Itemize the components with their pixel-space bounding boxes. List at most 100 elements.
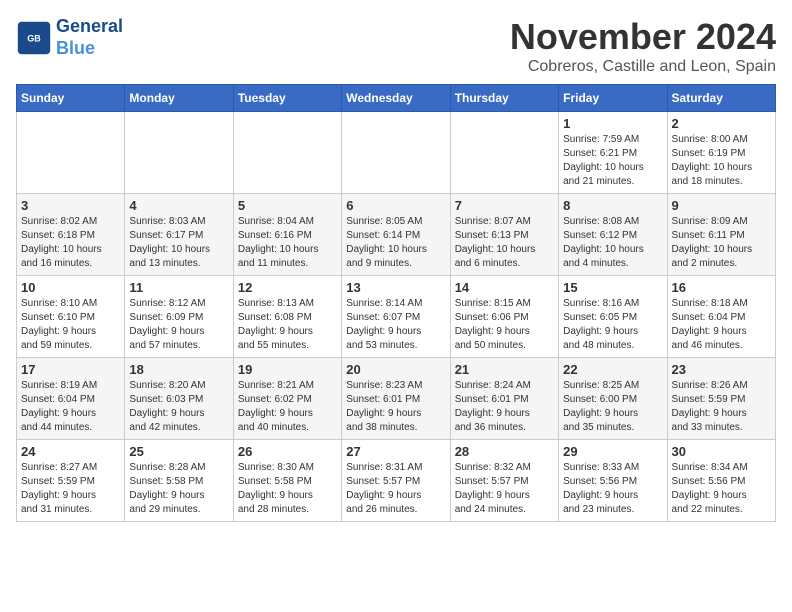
month-title: November 2024 [510, 16, 776, 58]
day-info: Sunrise: 8:08 AM Sunset: 6:12 PM Dayligh… [563, 215, 662, 271]
calendar-table: SundayMondayTuesdayWednesdayThursdayFrid… [16, 84, 776, 522]
logo: GB General Blue [16, 16, 123, 59]
svg-text:GB: GB [27, 33, 41, 43]
day-cell: 18 Sunrise: 8:20 AM Sunset: 6:03 PM Dayli… [125, 358, 233, 440]
day-number: 6 [346, 198, 445, 213]
day-cell: 9 Sunrise: 8:09 AM Sunset: 6:11 PM Daylig… [667, 194, 775, 276]
day-number: 28 [455, 444, 554, 459]
day-number: 23 [672, 362, 771, 377]
day-number: 3 [21, 198, 120, 213]
day-cell: 8 Sunrise: 8:08 AM Sunset: 6:12 PM Daylig… [559, 194, 667, 276]
day-number: 12 [238, 280, 337, 295]
day-info: Sunrise: 8:14 AM Sunset: 6:07 PM Dayligh… [346, 297, 445, 353]
day-cell [125, 112, 233, 194]
day-info: Sunrise: 8:23 AM Sunset: 6:01 PM Dayligh… [346, 379, 445, 435]
day-cell: 5Sunrise: 8:04 AM Sunset: 6:16 PM Daylig… [233, 194, 341, 276]
day-number: 18 [129, 362, 228, 377]
day-info: Sunrise: 8:00 AM Sunset: 6:19 PM Dayligh… [672, 133, 771, 189]
day-cell: 21 Sunrise: 8:24 AM Sunset: 6:01 PM Dayli… [450, 358, 558, 440]
day-cell: 16Sunrise: 8:18 AM Sunset: 6:04 PM Dayli… [667, 276, 775, 358]
day-number: 27 [346, 444, 445, 459]
day-cell: 23 Sunrise: 8:26 AM Sunset: 5:59 PM Dayli… [667, 358, 775, 440]
day-number: 19 [238, 362, 337, 377]
day-info: Sunrise: 8:12 AM Sunset: 6:09 PM Dayligh… [129, 297, 228, 353]
header-cell-tuesday: Tuesday [233, 85, 341, 112]
day-info: Sunrise: 8:24 AM Sunset: 6:01 PM Dayligh… [455, 379, 554, 435]
day-cell: 30 Sunrise: 8:34 AM Sunset: 5:56 PM Dayli… [667, 440, 775, 522]
logo-icon: GB [16, 20, 52, 56]
day-number: 11 [129, 280, 228, 295]
day-number: 17 [21, 362, 120, 377]
day-info: Sunrise: 7:59 AM Sunset: 6:21 PM Dayligh… [563, 133, 662, 189]
day-number: 24 [21, 444, 120, 459]
day-info: Sunrise: 8:16 AM Sunset: 6:05 PM Dayligh… [563, 297, 662, 353]
day-cell: 14Sunrise: 8:15 AM Sunset: 6:06 PM Dayli… [450, 276, 558, 358]
day-number: 20 [346, 362, 445, 377]
day-number: 1 [563, 116, 662, 131]
day-cell [233, 112, 341, 194]
day-number: 30 [672, 444, 771, 459]
day-cell: 3 Sunrise: 8:02 AM Sunset: 6:18 PM Daylig… [17, 194, 125, 276]
day-number: 26 [238, 444, 337, 459]
day-cell: 24Sunrise: 8:27 AM Sunset: 5:59 PM Dayli… [17, 440, 125, 522]
day-cell: 15 Sunrise: 8:16 AM Sunset: 6:05 PM Dayli… [559, 276, 667, 358]
day-info: Sunrise: 8:25 AM Sunset: 6:00 PM Dayligh… [563, 379, 662, 435]
week-row-2: 3 Sunrise: 8:02 AM Sunset: 6:18 PM Daylig… [17, 194, 776, 276]
header-cell-wednesday: Wednesday [342, 85, 450, 112]
day-cell: 6 Sunrise: 8:05 AM Sunset: 6:14 PM Daylig… [342, 194, 450, 276]
day-cell [17, 112, 125, 194]
day-info: Sunrise: 8:02 AM Sunset: 6:18 PM Dayligh… [21, 215, 120, 271]
day-info: Sunrise: 8:26 AM Sunset: 5:59 PM Dayligh… [672, 379, 771, 435]
day-info: Sunrise: 8:13 AM Sunset: 6:08 PM Dayligh… [238, 297, 337, 353]
day-number: 4 [129, 198, 228, 213]
logo-text: General Blue [56, 16, 123, 59]
day-info: Sunrise: 8:30 AM Sunset: 5:58 PM Dayligh… [238, 461, 337, 517]
day-cell: 20 Sunrise: 8:23 AM Sunset: 6:01 PM Dayli… [342, 358, 450, 440]
day-info: Sunrise: 8:07 AM Sunset: 6:13 PM Dayligh… [455, 215, 554, 271]
day-cell: 17 Sunrise: 8:19 AM Sunset: 6:04 PM Dayli… [17, 358, 125, 440]
day-cell: 2Sunrise: 8:00 AM Sunset: 6:19 PM Daylig… [667, 112, 775, 194]
logo-general: General [56, 16, 123, 38]
week-row-3: 10Sunrise: 8:10 AM Sunset: 6:10 PM Dayli… [17, 276, 776, 358]
day-cell: 26 Sunrise: 8:30 AM Sunset: 5:58 PM Dayli… [233, 440, 341, 522]
week-row-1: 1 Sunrise: 7:59 AM Sunset: 6:21 PM Daylig… [17, 112, 776, 194]
day-number: 7 [455, 198, 554, 213]
day-cell: 19Sunrise: 8:21 AM Sunset: 6:02 PM Dayli… [233, 358, 341, 440]
day-number: 15 [563, 280, 662, 295]
location-title: Cobreros, Castille and Leon, Spain [510, 58, 776, 76]
day-info: Sunrise: 8:33 AM Sunset: 5:56 PM Dayligh… [563, 461, 662, 517]
day-cell: 7 Sunrise: 8:07 AM Sunset: 6:13 PM Daylig… [450, 194, 558, 276]
day-info: Sunrise: 8:19 AM Sunset: 6:04 PM Dayligh… [21, 379, 120, 435]
page-header: GB General Blue November 2024 Cobreros, … [16, 16, 776, 76]
day-number: 16 [672, 280, 771, 295]
day-number: 21 [455, 362, 554, 377]
day-number: 8 [563, 198, 662, 213]
day-number: 9 [672, 198, 771, 213]
day-info: Sunrise: 8:10 AM Sunset: 6:10 PM Dayligh… [21, 297, 120, 353]
day-cell: 1 Sunrise: 7:59 AM Sunset: 6:21 PM Daylig… [559, 112, 667, 194]
day-info: Sunrise: 8:09 AM Sunset: 6:11 PM Dayligh… [672, 215, 771, 271]
day-cell: 10Sunrise: 8:10 AM Sunset: 6:10 PM Dayli… [17, 276, 125, 358]
calendar-body: 1 Sunrise: 7:59 AM Sunset: 6:21 PM Daylig… [17, 112, 776, 522]
day-cell [342, 112, 450, 194]
week-row-4: 17 Sunrise: 8:19 AM Sunset: 6:04 PM Dayli… [17, 358, 776, 440]
day-info: Sunrise: 8:34 AM Sunset: 5:56 PM Dayligh… [672, 461, 771, 517]
day-info: Sunrise: 8:05 AM Sunset: 6:14 PM Dayligh… [346, 215, 445, 271]
day-number: 13 [346, 280, 445, 295]
calendar-header: SundayMondayTuesdayWednesdayThursdayFrid… [17, 85, 776, 112]
day-cell [450, 112, 558, 194]
day-cell: 29 Sunrise: 8:33 AM Sunset: 5:56 PM Dayli… [559, 440, 667, 522]
day-cell: 28Sunrise: 8:32 AM Sunset: 5:57 PM Dayli… [450, 440, 558, 522]
day-cell: 13 Sunrise: 8:14 AM Sunset: 6:07 PM Dayli… [342, 276, 450, 358]
day-number: 29 [563, 444, 662, 459]
day-info: Sunrise: 8:20 AM Sunset: 6:03 PM Dayligh… [129, 379, 228, 435]
day-cell: 25Sunrise: 8:28 AM Sunset: 5:58 PM Dayli… [125, 440, 233, 522]
header-cell-sunday: Sunday [17, 85, 125, 112]
day-cell: 22Sunrise: 8:25 AM Sunset: 6:00 PM Dayli… [559, 358, 667, 440]
header-cell-monday: Monday [125, 85, 233, 112]
day-number: 5 [238, 198, 337, 213]
day-cell: 11 Sunrise: 8:12 AM Sunset: 6:09 PM Dayli… [125, 276, 233, 358]
header-row: SundayMondayTuesdayWednesdayThursdayFrid… [17, 85, 776, 112]
day-info: Sunrise: 8:28 AM Sunset: 5:58 PM Dayligh… [129, 461, 228, 517]
day-cell: 12 Sunrise: 8:13 AM Sunset: 6:08 PM Dayli… [233, 276, 341, 358]
